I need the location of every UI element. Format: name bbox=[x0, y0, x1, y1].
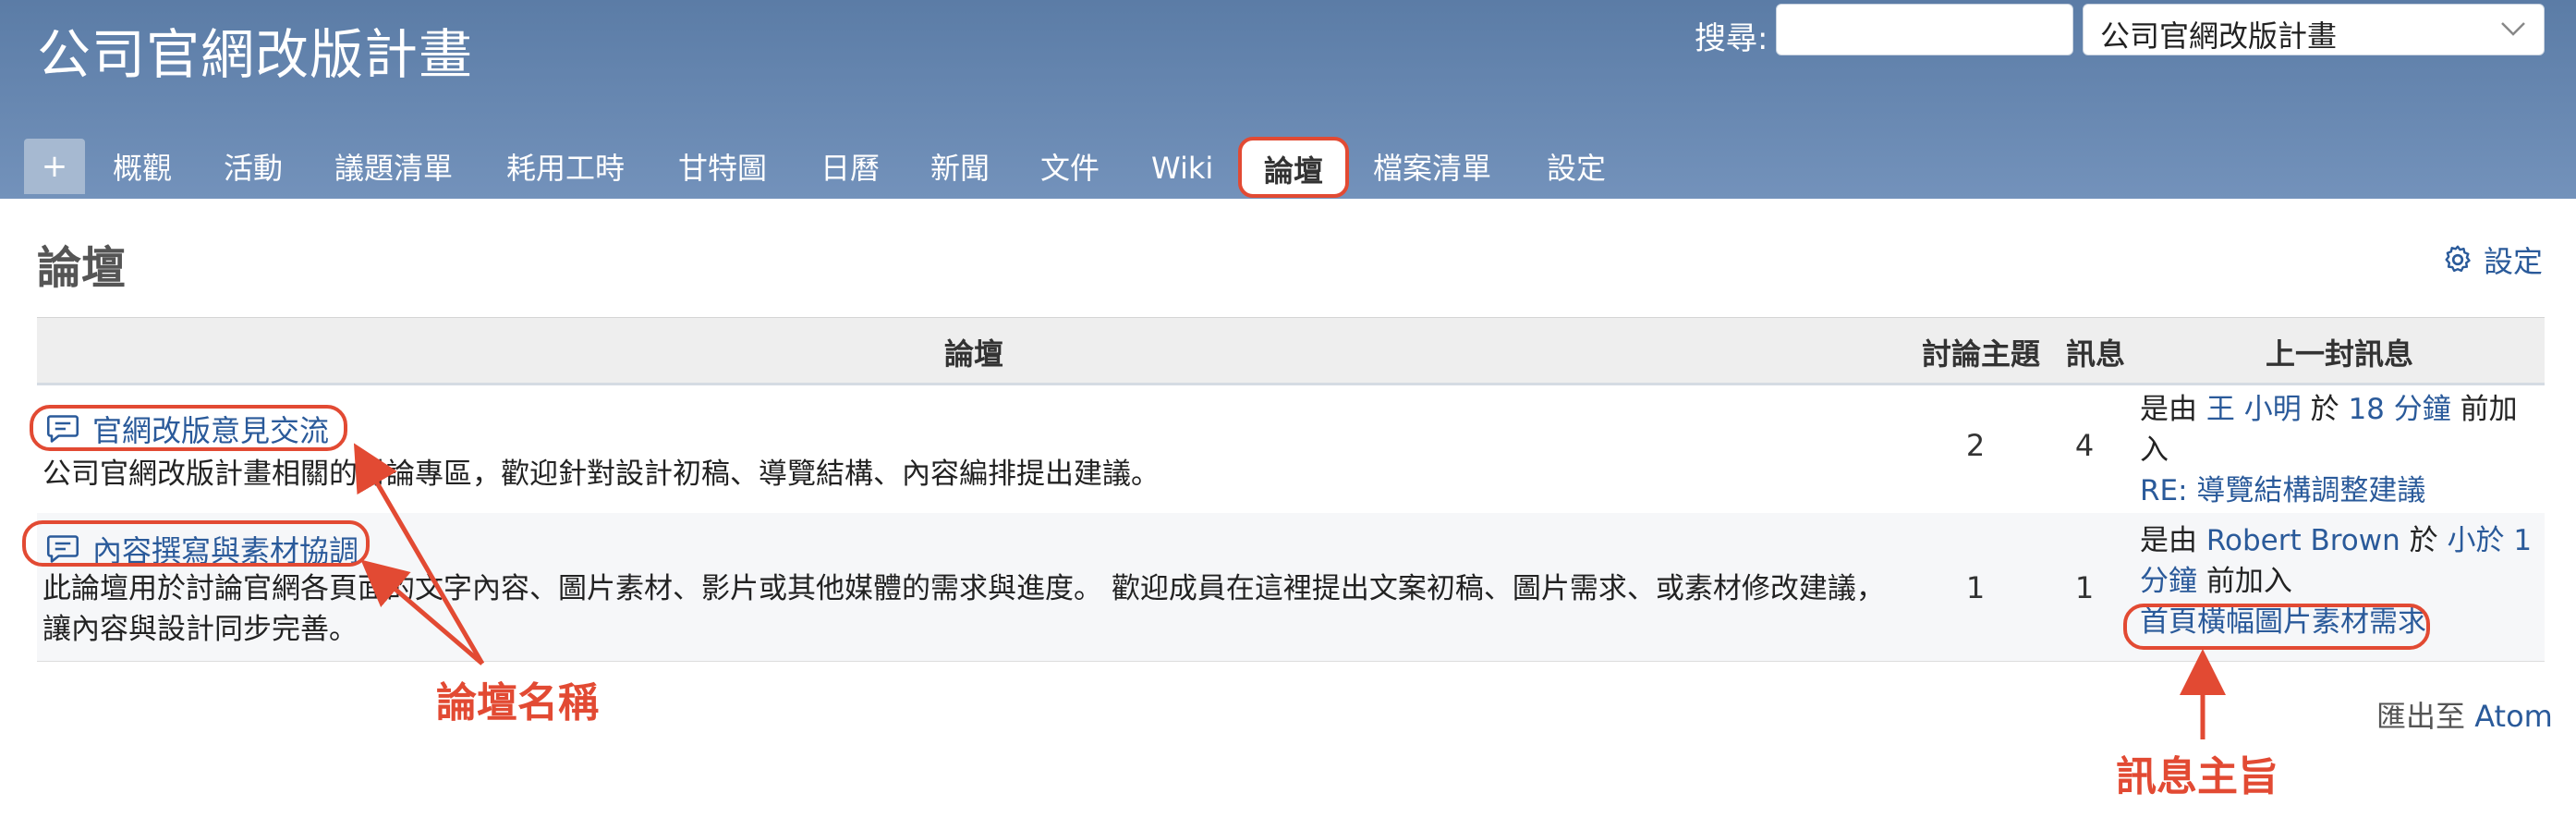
author-link[interactable]: 王 小明 bbox=[2206, 393, 2302, 426]
table-row: 官網改版意見交流 公司官網改版計畫相關的討論專區，歡迎針對設計初稿、導覽結構、內… bbox=[37, 382, 2545, 514]
highlight-forum-name-2 bbox=[22, 520, 370, 567]
project-jump-select[interactable]: 公司官網改版計畫 bbox=[2083, 4, 2545, 55]
settings-label: 設定 bbox=[2484, 244, 2544, 279]
tab-time-entries[interactable]: 耗用工時 bbox=[495, 146, 636, 190]
last-message: 是由 王 小明 於 18 分鐘 前加入 RE: 導覽結構調整建議 bbox=[2140, 389, 2537, 511]
message-count: 4 bbox=[2074, 428, 2095, 463]
tab-activity[interactable]: 活動 bbox=[213, 146, 294, 190]
column-last-message: 上一封訊息 bbox=[2266, 336, 2414, 372]
tab-overview[interactable]: 概觀 bbox=[102, 146, 183, 190]
last-message-prefix: 是由 bbox=[2140, 524, 2197, 557]
message-count: 1 bbox=[2074, 570, 2095, 605]
tab-gantt[interactable]: 甘特圖 bbox=[667, 146, 778, 190]
forum-description: 此論壇用於討論官網各頁面的文字內容、圖片素材、影片或其他媒體的需求與進度。 歡迎… bbox=[43, 572, 1885, 646]
last-message-suffix: 前加入 bbox=[2205, 565, 2292, 598]
tab-wiki[interactable]: Wiki bbox=[1140, 146, 1224, 190]
column-messages: 訊息 bbox=[2066, 336, 2126, 372]
export-atom: 匯出至 Atom bbox=[2376, 693, 2553, 736]
page-title: 論壇 bbox=[37, 242, 127, 294]
last-message-prefix: 是由 bbox=[2140, 393, 2197, 426]
export-label: 匯出至 bbox=[2376, 699, 2466, 734]
annotation-message-subject: 訊息主旨 bbox=[2116, 753, 2278, 800]
tab-calendar[interactable]: 日曆 bbox=[809, 146, 891, 190]
top-header: 公司官網改版計畫 搜尋: 公司官網改版計畫 + 概觀 活動 議題清單 耗用工時 … bbox=[0, 0, 2576, 199]
forum-description: 公司官網改版計畫相關的討論專區，歡迎針對設計初稿、導覽結構、內容編排提出建議。 bbox=[43, 458, 1160, 491]
tab-documents[interactable]: 文件 bbox=[1029, 146, 1111, 190]
last-message-mid: 於 bbox=[2409, 524, 2438, 557]
chevron-down-icon bbox=[2501, 22, 2525, 36]
project-title: 公司官網改版計畫 bbox=[37, 23, 474, 86]
annotation-forum-name: 論壇名稱 bbox=[436, 679, 599, 726]
time-link[interactable]: 18 分鐘 bbox=[2348, 393, 2450, 426]
search-label: 搜尋: bbox=[1695, 20, 1768, 57]
tab-settings[interactable]: 設定 bbox=[1536, 146, 1617, 190]
last-message-mid: 於 bbox=[2310, 393, 2339, 426]
author-link[interactable]: Robert Brown bbox=[2206, 524, 2400, 557]
settings-link[interactable]: 設定 bbox=[2441, 238, 2543, 281]
last-message-subject[interactable]: RE: 導覽結構調整建議 bbox=[2140, 474, 2425, 507]
column-topics: 討論主題 bbox=[1922, 336, 2041, 372]
column-forum: 論壇 bbox=[944, 336, 1004, 372]
topic-count: 2 bbox=[1965, 428, 1986, 463]
gear-icon bbox=[2445, 245, 2471, 273]
tab-issues[interactable]: 議題清單 bbox=[323, 146, 464, 190]
atom-link[interactable]: Atom bbox=[2474, 699, 2553, 734]
search-input[interactable] bbox=[1776, 4, 2073, 55]
tab-files[interactable]: 檔案清單 bbox=[1362, 146, 1502, 190]
highlight-forum-name-1 bbox=[30, 405, 347, 451]
topic-count: 1 bbox=[1965, 570, 1986, 605]
highlight-message-subject bbox=[2123, 604, 2430, 650]
tab-news[interactable]: 新聞 bbox=[919, 146, 1001, 190]
table-header: 論壇 討論主題 訊息 上一封訊息 bbox=[37, 317, 2545, 385]
project-select-value: 公司官網改版計畫 bbox=[2100, 18, 2338, 54]
tab-forums[interactable]: 論壇 bbox=[1238, 137, 1350, 198]
new-object-button[interactable]: + bbox=[24, 139, 85, 194]
